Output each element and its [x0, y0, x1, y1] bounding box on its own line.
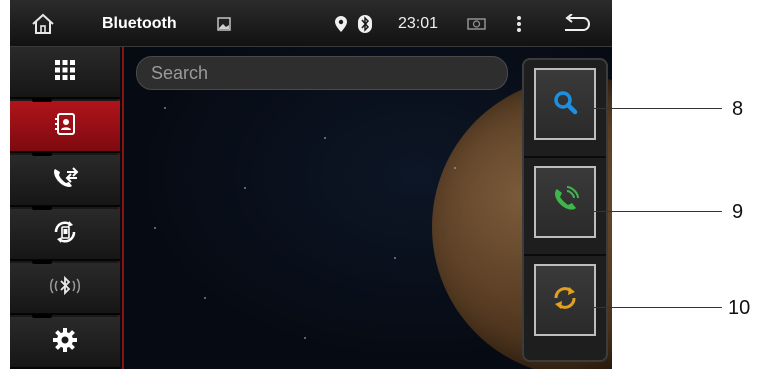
callout-line-9 [594, 211, 722, 212]
call-log-icon [51, 166, 79, 195]
callout-line-10 [594, 307, 722, 308]
sidebar-item-phone-sync[interactable] [10, 206, 120, 261]
sidebar-notch [32, 152, 52, 156]
sidebar-notch [32, 206, 52, 210]
apps-grid-icon [54, 59, 76, 86]
call-button[interactable] [534, 166, 596, 238]
callout-number-9: 9 [732, 201, 744, 223]
clock-time: 23:01 [398, 14, 439, 32]
callout-number-8: 8 [732, 98, 744, 120]
location-icon [332, 0, 350, 47]
search-button[interactable] [534, 68, 596, 140]
sidebar-item-call-log[interactable] [10, 152, 120, 207]
back-icon[interactable] [558, 0, 594, 47]
phone-sync-icon [51, 218, 79, 251]
menu-icon[interactable] [510, 0, 528, 47]
home-icon[interactable] [24, 0, 62, 47]
sidebar-notch [32, 314, 52, 318]
sidebar-item-settings[interactable] [10, 314, 120, 369]
callout-number-10: 10 [728, 297, 751, 319]
battery-icon [466, 0, 488, 47]
action-panel [522, 58, 608, 362]
contacts-icon [53, 112, 77, 141]
search-input[interactable]: Search [136, 56, 508, 90]
status-bar: Bluetooth 23:01 [10, 0, 612, 47]
action-separator [524, 156, 606, 158]
bluetooth-icon [356, 0, 374, 47]
sidebar-notch [32, 98, 52, 102]
head-unit-screen: Bluetooth 23:01 Search [10, 0, 612, 369]
action-separator [524, 254, 606, 256]
search-placeholder: Search [151, 62, 209, 83]
sidebar [10, 47, 120, 369]
sidebar-item-bluetooth-connect[interactable] [10, 260, 120, 315]
sync-icon [550, 283, 580, 318]
sidebar-notch [32, 260, 52, 264]
search-icon [551, 88, 579, 121]
bluetooth-connect-icon [47, 275, 83, 302]
image-icon [214, 0, 234, 47]
settings-gear-icon [52, 327, 78, 358]
sync-button[interactable] [534, 264, 596, 336]
page-title: Bluetooth [102, 14, 177, 32]
sidebar-item-contacts[interactable] [10, 98, 120, 153]
sidebar-item-apps[interactable] [10, 47, 120, 99]
callout-line-8 [594, 108, 722, 109]
phone-call-icon [550, 185, 580, 220]
